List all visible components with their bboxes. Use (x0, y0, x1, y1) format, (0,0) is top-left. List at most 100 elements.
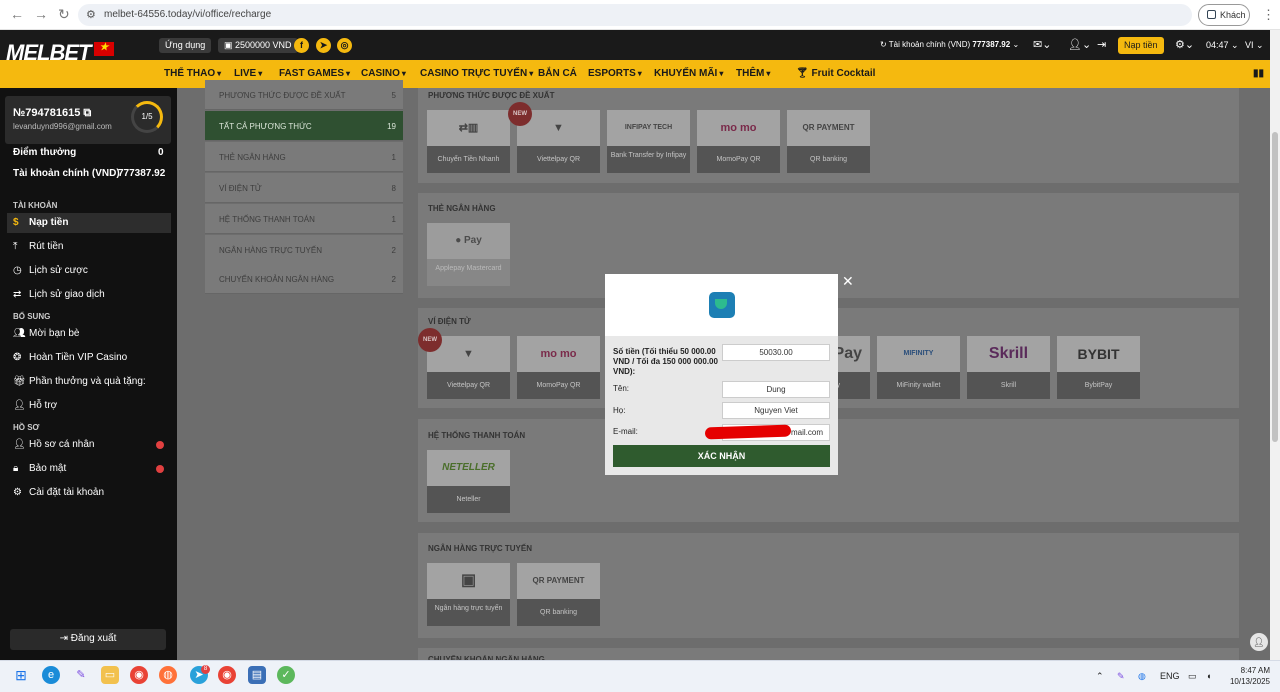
language-selector[interactable]: VI ⌄ (1245, 40, 1264, 51)
sidebar-item-vip-cashback[interactable]: ❂ Hoàn Tiền VIP Casino (13, 352, 127, 363)
taskbar-clock[interactable]: 8:47 AM 10/13/2025 (1228, 665, 1270, 687)
method-filter-payment-systems[interactable]: HỆ THỐNG THANH TOÁN 1 (205, 204, 403, 234)
language-indicator[interactable]: ENG (1160, 671, 1180, 681)
account-balance-selector[interactable]: ↻ Tài khoản chính (VND) 777387.92 ⌄ (880, 40, 1019, 49)
url-text[interactable]: melbet-64556.today/vi/office/recharge (104, 9, 271, 20)
sidebar-item-bet-history[interactable]: ◷ Lịch sử cược (13, 265, 88, 276)
payment-card-skrill[interactable]: Skrill Skrill (967, 336, 1050, 399)
first-name-input[interactable] (722, 381, 830, 398)
menu-fast-games[interactable]: FAST GAMES ▾ (279, 68, 350, 79)
menu-live[interactable]: LIVE ▾ (234, 68, 262, 79)
sidebar-item-transaction-history[interactable]: ⇄ Lịch sử giao dịch (13, 289, 105, 300)
menu-live-casino[interactable]: CASINO TRỰC TUYẾN ▾ (420, 68, 533, 79)
method-filter-online-banking[interactable]: NGÂN HÀNG TRỰC TUYẾN 2 (205, 235, 403, 265)
reload-icon[interactable]: ↻ (58, 7, 70, 21)
account-label: Tài khoản chính (VND) (888, 40, 971, 49)
notepad-icon[interactable]: ▤ (248, 666, 266, 684)
payment-card-infipay[interactable]: INFIPAY TECH Bank Transfer by Infipay (607, 110, 690, 173)
user-id-text: №794781615 (13, 107, 81, 119)
user-icon[interactable]: 👤︎⌄ (1068, 38, 1091, 51)
chevron-up-icon[interactable]: ⌃ (1096, 671, 1104, 682)
payment-card-momopay-qr[interactable]: mo mo MomoPay QR (697, 110, 780, 173)
menu-promotions[interactable]: KHUYẾN MÃI ▾ (654, 68, 723, 79)
section-title: THẺ NGÂN HÀNG (428, 204, 496, 213)
sidebar-item-security[interactable]: 🔒︎ Bảo mật (13, 463, 66, 474)
edge-icon[interactable]: e (42, 666, 60, 684)
app-icon[interactable]: ✓ (277, 666, 295, 684)
last-name-label: Họ: (613, 406, 626, 415)
user-icon: 👤︎ (13, 439, 26, 450)
amount-input[interactable] (722, 344, 830, 361)
app-button[interactable]: Ứng dụng (159, 38, 212, 53)
refresh-icon[interactable]: ↻ (880, 40, 889, 49)
logout-button[interactable]: ⇥ Đăng xuất (10, 629, 166, 650)
deposit-header-button[interactable]: Nạp tiền (1118, 37, 1164, 54)
menu-more[interactable]: THÊM ▾ (736, 68, 770, 79)
method-filter-ewallets[interactable]: VÍ ĐIỆN TỬ 8 (205, 173, 403, 203)
payment-card-online-banking[interactable]: ▣ Ngân hàng trực tuyến (427, 563, 510, 626)
mail-icon[interactable]: ✉⌄ (1033, 38, 1051, 51)
method-filter-all[interactable]: TẤT CẢ PHƯƠNG THỨC 19 (205, 111, 403, 141)
payment-card-applepay[interactable]: ● Pay Applepay Mastercard (427, 223, 510, 286)
menu-label: KHUYẾN MÃI (654, 68, 718, 79)
menu-sports[interactable]: THỂ THAO ▾ (164, 68, 221, 79)
sidebar-item-support[interactable]: 👤︎ Hỗ trợ (13, 400, 57, 411)
payment-card-qr-banking[interactable]: QR PAYMENT QR banking (517, 563, 600, 626)
sidebar-item-account-settings[interactable]: ⚙ Cài đặt tài khoản (13, 487, 104, 498)
sidebar-item-deposit[interactable]: $ Nạp tiền (7, 213, 171, 233)
payment-card-qr-banking[interactable]: QR PAYMENT QR banking (787, 110, 870, 173)
menu-fruit-cocktail[interactable]: 🍸︎ Fruit Cocktail (796, 68, 875, 79)
chevron-down-icon: ▾ (529, 69, 534, 78)
pen-icon[interactable]: ✎ (72, 666, 90, 684)
chevron-down-icon: ▾ (766, 69, 771, 78)
method-filter-label: NGÂN HÀNG TRỰC TUYẾN (219, 246, 322, 255)
facebook-icon[interactable]: f (294, 38, 309, 53)
menu-fishing[interactable]: BẮN CÁ (538, 68, 577, 79)
last-name-input[interactable] (722, 402, 830, 419)
copy-icon[interactable]: ⧉ (83, 107, 91, 119)
menu-casino[interactable]: CASINO ▾ (361, 68, 406, 79)
forward-icon[interactable]: → (34, 7, 48, 21)
payment-card-mifinity[interactable]: MIFINITY MiFinity wallet (877, 336, 960, 399)
more-menu-icon[interactable]: ⋮ (1262, 7, 1275, 23)
monitor-icon[interactable]: ▭ (1188, 671, 1197, 682)
sidebar-item-personal-profile[interactable]: 👤︎ Hồ sơ cá nhân (13, 439, 94, 450)
book-icon[interactable]: ▮▮ (1253, 68, 1264, 79)
chrome-icon[interactable]: ◉ (130, 666, 148, 684)
support-chat-icon[interactable]: 👤︎ (1250, 633, 1268, 651)
back-icon[interactable]: ← (10, 7, 24, 21)
menu-esports[interactable]: ESPORTS ▾ (588, 68, 642, 79)
payment-card-fast-transfer[interactable]: ⇄▥ Chuyển Tiền Nhanh (427, 110, 510, 173)
page-scrollbar[interactable] (1270, 30, 1280, 660)
network-globe-icon[interactable]: ◍ (1138, 671, 1146, 682)
sidebar-item-invite[interactable]: 👥︎ Mời bạn bè (13, 328, 79, 339)
scrollbar-thumb[interactable] (1272, 132, 1278, 442)
exit-icon[interactable]: ⇥ (1097, 38, 1106, 51)
firefox-icon[interactable]: ◍ (159, 666, 177, 684)
method-filter-bank-transfer[interactable]: CHUYỂN KHOẢN NGÂN HÀNG 2 (205, 264, 403, 294)
method-filter-recommended[interactable]: PHƯƠNG THỨC ĐƯỢC ĐỀ XUẤT 5 (205, 80, 403, 110)
bonus-button[interactable]: ▣ 2500000 VND (218, 38, 298, 53)
guest-profile-button[interactable]: Khách (1198, 4, 1250, 26)
address-bar[interactable]: ⚙ melbet-64556.today/vi/office/recharge (78, 4, 1192, 26)
payment-card-bybitpay[interactable]: BYBIT BybitPay (1057, 336, 1140, 399)
confirm-button[interactable]: XÁC NHẬN (613, 445, 830, 467)
volume-icon[interactable]: ◖ (1206, 671, 1211, 681)
file-explorer-icon[interactable]: ▭ (101, 666, 119, 684)
close-icon[interactable]: ✕ (842, 273, 854, 290)
payment-card-momopay-qr[interactable]: mo mo MomoPay QR (517, 336, 600, 399)
windows-start-icon[interactable]: ⊞ (12, 666, 30, 684)
instagram-icon[interactable]: ◎ (337, 38, 352, 53)
sidebar-item-rewards[interactable]: 🎁︎ Phần thưởng và quà tặng: (13, 376, 146, 387)
payment-card-neteller[interactable]: NETELLER Neteller (427, 450, 510, 513)
payment-card-label: Applepay Mastercard (427, 259, 510, 286)
method-filter-bank-cards[interactable]: THẺ NGÂN HÀNG 1 (205, 142, 403, 172)
pen-tray-icon[interactable]: ✎ (1117, 671, 1125, 682)
site-info-icon[interactable]: ⚙ (86, 8, 96, 21)
settings-icon[interactable]: ⚙⌄ (1175, 38, 1194, 51)
payment-card-label: Neteller (427, 486, 510, 513)
sidebar-item-withdraw[interactable]: ⤒ Rút tiền (13, 241, 63, 252)
telegram-icon[interactable]: ➤ (316, 38, 331, 53)
chrome-icon[interactable]: ◉ (218, 666, 236, 684)
mifinity-logo: MIFINITY (877, 336, 960, 372)
